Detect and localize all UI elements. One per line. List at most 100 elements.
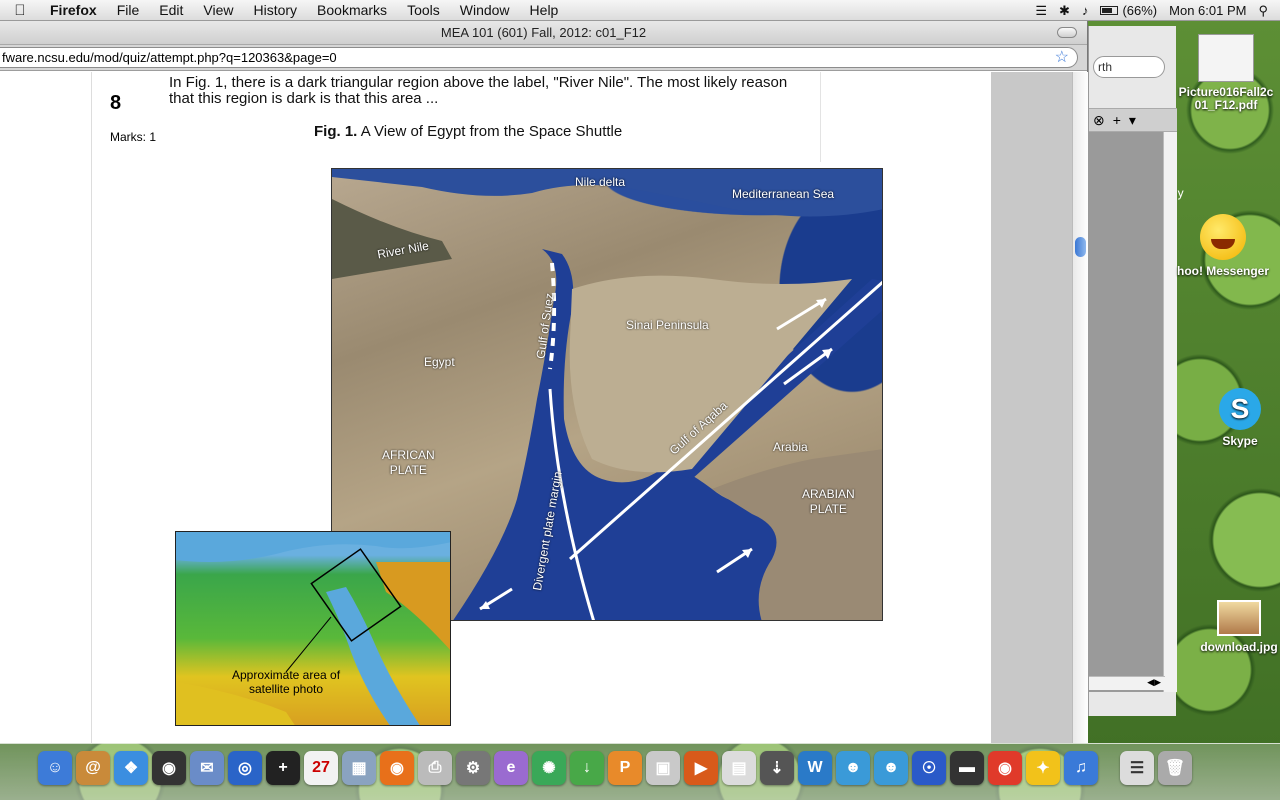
url-text: fware.ncsu.edu/mod/quiz/attempt.php?q=12… [2,50,337,65]
page-vertical-scrollbar[interactable] [1072,72,1088,743]
question-marks: Marks: 1 [110,130,157,144]
ical-icon[interactable]: 27 [304,751,338,785]
dock-items: ☺ @ ❖ ◉ ✉ ◎ + 27 ▦ ◉ ⎙ ⚙ e ✺ ↓ P ▣ ▶ ▤ ⇣… [38,751,1192,785]
menu-history[interactable]: History [243,0,307,21]
desktop-icon-yahoo-messenger[interactable]: hoo! Messenger [1166,214,1280,278]
yahoo-messenger-icon [1200,214,1246,260]
toolbar-toggle-button[interactable] [1057,27,1077,38]
frame-divider [91,72,92,743]
background-tab-bar: ⊗ + ▾ [1089,108,1177,132]
status-menus: ☰ ✱ ♪ (66%) Mon 6:01 PM ⚲ [1035,0,1280,21]
menu-tools[interactable]: Tools [397,0,450,21]
desktop-icon-yahoo-label: hoo! Messenger [1176,264,1269,278]
apple-menu-icon[interactable]:  [0,2,40,19]
menu-bookmarks[interactable]: Bookmarks [307,0,397,21]
background-search-field[interactable]: rth [1093,56,1165,78]
wifi-icon[interactable]: ☰ [1035,3,1047,19]
menu-edit[interactable]: Edit [149,0,193,21]
label-arabia: Arabia [773,440,808,454]
itunes-icon[interactable]: ♫ [1064,751,1098,785]
word-icon[interactable]: W [798,751,832,785]
spotlight-search-icon[interactable]: ⚲ [1258,3,1268,19]
iphoto-icon[interactable]: ▦ [342,751,376,785]
label-sinai-peninsula: Sinai Peninsula [626,318,709,332]
keynote-icon[interactable]: ▶ [684,751,718,785]
label-mediterranean-sea: Mediterranean Sea [732,187,835,201]
volume-icon[interactable]: ♪ [1082,3,1089,18]
inset-relief-map: Approximate area of satellite photo [175,531,451,726]
dock: ☺ @ ❖ ◉ ✉ ◎ + 27 ▦ ◉ ⎙ ⚙ e ✺ ↓ P ▣ ▶ ▤ ⇣… [0,743,1280,800]
label-nile-delta: Nile delta [575,175,626,189]
photo-thumbnail-icon [1217,600,1261,636]
menu-view[interactable]: View [193,0,243,21]
page-content: 8 Marks: 1 In Fig. 1, there is a dark tr… [0,72,1072,743]
label-arabian-plate: ARABIAN PLATE [802,487,855,516]
bluetooth-icon[interactable]: ✱ [1059,3,1070,19]
add-icon[interactable]: + [266,751,300,785]
network-icon[interactable]: ☉ [912,751,946,785]
pages-icon[interactable]: P [608,751,642,785]
elements-icon[interactable]: e [494,751,528,785]
skype-icon: S [1219,388,1261,430]
aim-icon[interactable]: ✦ [1026,751,1060,785]
inset-map-label: Approximate area of satellite photo [231,668,341,696]
background-window[interactable]: rth ⊗ + ▾ gy ◀▶ [1088,26,1184,716]
safari-icon[interactable]: ❖ [114,751,148,785]
downloader-icon[interactable]: ↓ [570,751,604,785]
figure-caption: Fig. 1. A View of Egypt from the Space S… [314,123,622,140]
figure-caption-text: A View of Egypt from the Space Shuttle [360,123,623,140]
close-tab-icon[interactable]: ⊗ [1093,112,1105,129]
desktop-icon-pdf[interactable]: Picture016Fall2c01_F12.pdf [1176,34,1276,112]
clock[interactable]: Mon 6:01 PM [1169,3,1246,18]
menu-app[interactable]: Firefox [40,0,107,21]
documents-stack-icon[interactable]: ☰ [1120,751,1154,785]
downloads-icon[interactable]: ⇣ [760,751,794,785]
label-african-plate: AFRICAN PLATE [382,448,435,477]
window-title: MEA 101 (601) Fall, 2012: c01_F12 [440,25,647,40]
google-earth-icon[interactable]: ◎ [228,751,262,785]
bookmark-star-icon[interactable]: ☆ [1055,48,1069,67]
inset-map-drawing [176,532,450,725]
firefox-icon[interactable]: ◉ [380,751,414,785]
scrollbar-thumb[interactable] [1075,237,1086,257]
desktop-icon-skype-label: Skype [1222,434,1258,448]
window-titlebar[interactable]: MEA 101 (601) Fall, 2012: c01_F12 [0,21,1087,45]
messenger-icon[interactable]: ☻ [836,751,870,785]
question-text: In Fig. 1, there is a dark triangular re… [169,74,788,107]
url-bar[interactable]: fware.ncsu.edu/mod/quiz/attempt.php?q=12… [0,47,1078,68]
question-divider [820,72,821,162]
battery-percent: (66%) [1122,3,1158,18]
menu-window[interactable]: Window [450,0,520,21]
figure-caption-label: Fig. 1. [314,123,358,140]
firefox-window: MEA 101 (601) Fall, 2012: c01_F12 fware.… [0,21,1088,743]
image-capture-icon[interactable]: ▣ [646,751,680,785]
navigation-toolbar: fware.ncsu.edu/mod/quiz/attempt.php?q=12… [0,45,1087,71]
trash-icon[interactable]: 🗑 [1158,751,1192,785]
system-preferences-icon[interactable]: ⚙ [456,751,490,785]
menu-file[interactable]: File [107,0,150,21]
battery-icon [1100,6,1119,15]
mail-icon[interactable]: ✉ [190,751,224,785]
preview-icon[interactable]: ▤ [722,751,756,785]
menu-bar:  Firefox File Edit View History Bookmar… [0,0,1280,21]
dashboard-icon[interactable]: ◉ [152,751,186,785]
address-book-icon[interactable]: @ [76,751,110,785]
contacts-icon[interactable]: ☻ [874,751,908,785]
desktop-icon-pdf-label: Picture016Fall2c01_F12.pdf [1178,85,1274,112]
label-egypt: Egypt [424,355,455,369]
printer-icon[interactable]: ⎙ [418,751,452,785]
desktop-icon-download[interactable]: download.jpg [1198,600,1280,654]
pdf-thumbnail-icon [1198,34,1254,82]
tab-list-icon[interactable]: ▾ [1129,112,1136,129]
desktop-icon-skype[interactable]: S Skype [1210,388,1270,448]
battery-status[interactable]: (66%) [1100,3,1157,18]
menu-help[interactable]: Help [520,0,569,21]
finder-icon[interactable]: ☺ [38,751,72,785]
desktop-icon-download-label: download.jpg [1200,640,1278,654]
background-horizontal-scrollbar[interactable]: ◀▶ [1089,676,1165,690]
scanner-icon[interactable]: ▬ [950,751,984,785]
page-margin [991,72,1072,743]
chrome-icon[interactable]: ◉ [988,751,1022,785]
link-icon[interactable]: ✺ [532,751,566,785]
new-tab-icon[interactable]: + [1113,112,1121,128]
